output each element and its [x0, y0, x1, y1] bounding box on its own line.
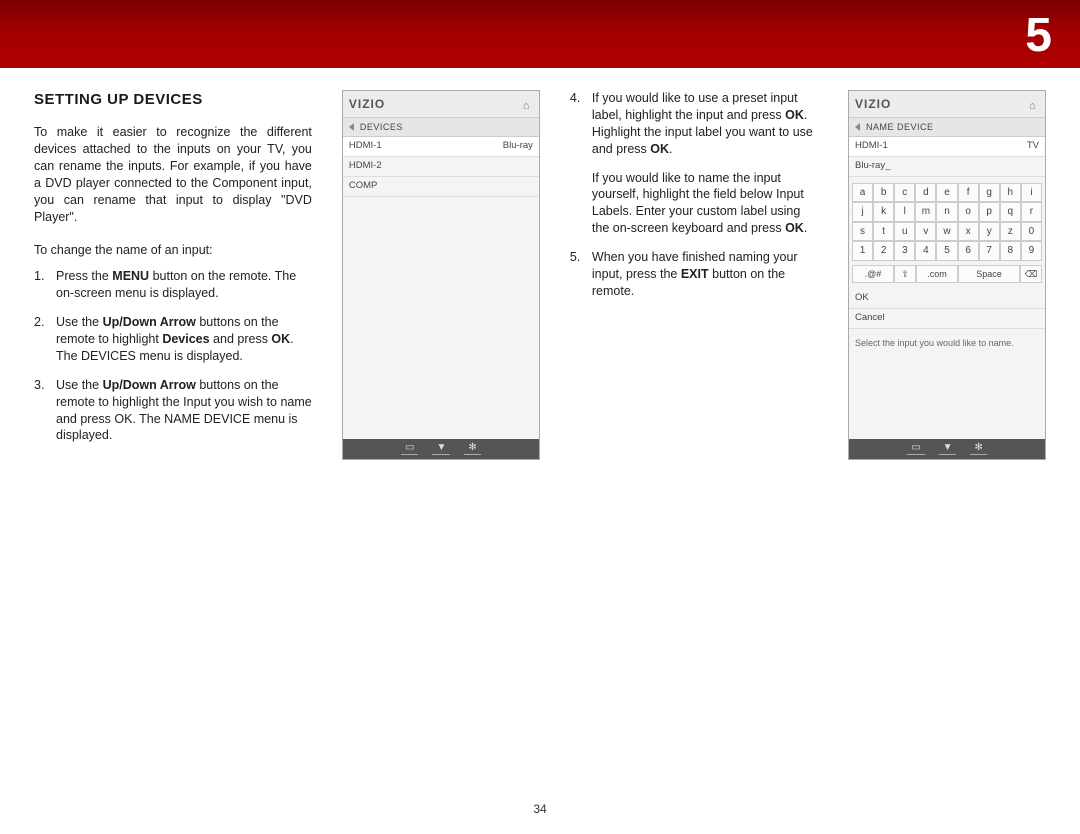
- tv-screen-devices: VIZIO DEVICES HDMI-1Blu-ray HDMI-2 COMP …: [342, 90, 540, 460]
- section-title: SETTING UP DEVICES: [34, 90, 312, 110]
- home-icon: [523, 99, 533, 109]
- key-i: i: [1021, 183, 1042, 203]
- key-r: r: [1021, 202, 1042, 222]
- onscreen-keyboard: abcdefghi jklmnopqr stuvwxyz0 123456789: [852, 183, 1042, 261]
- key-s: s: [852, 222, 873, 242]
- back-icon: [349, 123, 354, 131]
- key-b: b: [873, 183, 894, 203]
- key-m: m: [915, 202, 936, 222]
- row-hdmi2: HDMI-2: [343, 157, 539, 177]
- breadcrumb: NAME DEVICE: [849, 118, 1045, 137]
- key-j: j: [852, 202, 873, 222]
- key-k: k: [873, 202, 894, 222]
- down-icon: ▼: [432, 443, 450, 455]
- key-q: q: [1000, 202, 1021, 222]
- key-7: 7: [979, 241, 1000, 261]
- key-v: v: [915, 222, 936, 242]
- key-t: t: [873, 222, 894, 242]
- header-bar: 5: [0, 0, 1080, 68]
- steps-left: Press the MENU button on the remote. The…: [34, 268, 312, 444]
- key-f: f: [958, 183, 979, 203]
- row-comp: COMP: [343, 177, 539, 197]
- step-1: Press the MENU button on the remote. The…: [34, 268, 312, 302]
- steps-right: 4. If you would like to use a preset inp…: [570, 90, 818, 300]
- key-a: a: [852, 183, 873, 203]
- back-icon: [855, 123, 860, 131]
- tv-screen-name-device: VIZIO NAME DEVICE HDMI-1TV Blu-ray_ abcd…: [848, 90, 1046, 460]
- page-content: SETTING UP DEVICES To make it easier to …: [0, 68, 1080, 460]
- tv-footer: ▭ ▼ ✻: [849, 439, 1045, 459]
- middle-column: 4. If you would like to use a preset inp…: [570, 90, 818, 460]
- key-8: 8: [1000, 241, 1021, 261]
- step-3: Use the Up/Down Arrow buttons on the rem…: [34, 377, 312, 445]
- action-cancel: Cancel: [849, 309, 1045, 329]
- name-device-screenshot: VIZIO NAME DEVICE HDMI-1TV Blu-ray_ abcd…: [848, 90, 1046, 460]
- key-0: 0: [1021, 222, 1042, 242]
- key-e: e: [936, 183, 957, 203]
- key-n: n: [936, 202, 957, 222]
- breadcrumb: DEVICES: [343, 118, 539, 137]
- key-symbols: .@#: [852, 265, 894, 283]
- wide-icon: ▭: [907, 443, 924, 455]
- key-l: l: [894, 202, 915, 222]
- row-bluray: Blu-ray_: [849, 157, 1045, 177]
- step-2: Use the Up/Down Arrow buttons on the rem…: [34, 314, 312, 365]
- key-y: y: [979, 222, 1000, 242]
- vizio-logo: VIZIO: [855, 96, 891, 112]
- devices-menu-screenshot: VIZIO DEVICES HDMI-1Blu-ray HDMI-2 COMP …: [342, 90, 540, 460]
- key-dotcom: .com: [916, 265, 958, 283]
- key-z: z: [1000, 222, 1021, 242]
- row-hdmi1: HDMI-1Blu-ray: [343, 137, 539, 157]
- step-4b: If you would like to name the input your…: [570, 170, 818, 238]
- key-2: 2: [873, 241, 894, 261]
- wide-icon: ▭: [401, 443, 418, 455]
- key-d: d: [915, 183, 936, 203]
- tv-footer: ▭ ▼ ✻: [343, 439, 539, 459]
- page-number: 34: [533, 802, 546, 816]
- key-h: h: [1000, 183, 1021, 203]
- left-column: SETTING UP DEVICES To make it easier to …: [34, 90, 312, 460]
- hint-text: Select the input you would like to name.: [849, 329, 1045, 357]
- key-6: 6: [958, 241, 979, 261]
- key-w: w: [936, 222, 957, 242]
- key-x: x: [958, 222, 979, 242]
- key-5: 5: [936, 241, 957, 261]
- intro-paragraph: To make it easier to recognize the diffe…: [34, 124, 312, 225]
- key-o: o: [958, 202, 979, 222]
- chapter-number: 5: [1025, 8, 1052, 63]
- down-icon: ▼: [939, 443, 957, 455]
- key-c: c: [894, 183, 915, 203]
- step-4: 4. If you would like to use a preset inp…: [570, 90, 818, 158]
- key-g: g: [979, 183, 1000, 203]
- key-9: 9: [1021, 241, 1042, 261]
- action-ok: OK: [849, 289, 1045, 309]
- key-shift: ⇧: [894, 265, 916, 283]
- key-backspace: ⌫: [1020, 265, 1042, 283]
- key-4: 4: [915, 241, 936, 261]
- gear-icon: ✻: [464, 443, 480, 455]
- key-1: 1: [852, 241, 873, 261]
- gear-icon: ✻: [970, 443, 986, 455]
- vizio-logo: VIZIO: [349, 96, 385, 112]
- step-5: 5. When you have finished naming your in…: [570, 249, 818, 300]
- home-icon: [1029, 99, 1039, 109]
- key-3: 3: [894, 241, 915, 261]
- key-u: u: [894, 222, 915, 242]
- key-space: Space: [958, 265, 1020, 283]
- lead-line: To change the name of an input:: [34, 242, 312, 259]
- keyboard-bottom-row: .@# ⇧ .com Space ⌫: [852, 265, 1042, 283]
- key-p: p: [979, 202, 1000, 222]
- row-hdmi1: HDMI-1TV: [849, 137, 1045, 157]
